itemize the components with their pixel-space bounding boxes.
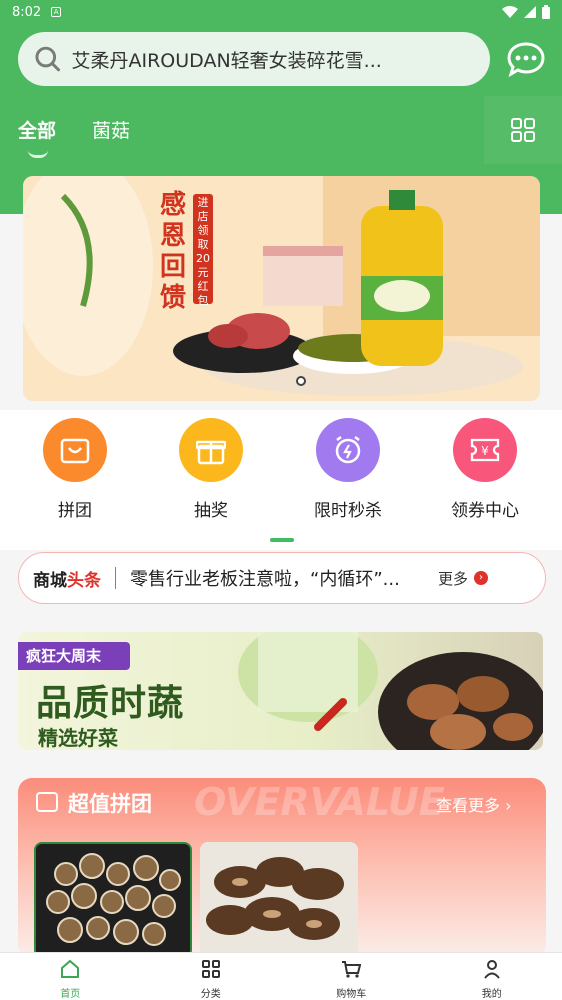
tab-home[interactable]: 首页 — [0, 953, 141, 1000]
news-separator — [115, 567, 116, 589]
tab-profile[interactable]: 我的 — [422, 953, 562, 1000]
news-headline[interactable]: 零售行业老板注意啦，“内循环”... — [130, 565, 430, 591]
section-title: 超值拼团 — [68, 792, 152, 816]
news-brand-part2: 头条 — [67, 570, 101, 591]
chevron-right-icon: › — [505, 796, 512, 815]
profile-icon — [483, 960, 500, 979]
tab-label: 分类 — [200, 989, 221, 1000]
search-placeholder: 艾柔丹AIROUDAN轻奢女装碎花雪... — [71, 49, 382, 72]
news-ticker[interactable]: 商城头条 零售行业老板注意啦，“内循环”... 更多 › — [18, 552, 546, 604]
quick-item-coupon-center[interactable]: ¥ 领券中心 — [435, 418, 535, 521]
quick-item-group-buy[interactable]: 拼团 — [25, 418, 125, 521]
quick-menu: 拼团 抽奖 限时秒杀 ¥ 领券中心 — [0, 410, 562, 550]
section-watermark: OVERVALUE — [194, 780, 445, 824]
basket-icon — [36, 792, 58, 812]
chevron-right-icon[interactable]: › — [474, 571, 489, 585]
carousel-indicator — [296, 376, 306, 386]
view-more-link[interactable]: 查看更多 › — [436, 792, 512, 816]
bag-icon — [43, 418, 107, 482]
quick-item-label: 限时秒杀 — [314, 501, 382, 521]
tab-label: 购物车 — [336, 989, 367, 1000]
banner-illustration — [23, 176, 540, 401]
view-more-label: 查看更多 — [436, 796, 501, 815]
tab-category[interactable]: 分类 — [141, 953, 282, 1000]
promo-banner-carousel[interactable]: 感恩回馈 进店领取20元红包 — [23, 176, 540, 401]
banner-title: 感恩回馈 — [159, 190, 186, 313]
category-tabs: 全部 菌菇 — [18, 116, 130, 158]
banner-tag: 进店领取20元红包 — [193, 194, 213, 307]
product-card[interactable] — [34, 842, 192, 958]
promo-subtitle: 精选好菜 — [38, 726, 118, 750]
tab-label: 我的 — [481, 989, 502, 1000]
search-icon — [35, 46, 61, 72]
status-time: 8:02 — [12, 4, 42, 20]
quick-item-label: 抽奖 — [194, 501, 228, 521]
product-image-mushrooms — [36, 844, 190, 956]
chat-bubble-icon — [507, 42, 545, 78]
quick-item-label: 领券中心 — [451, 501, 519, 521]
news-brand-part1: 商城 — [33, 570, 67, 591]
category-grid-icon — [201, 960, 220, 978]
group-buy-section: OVERVALUE 超值拼团 查看更多 › — [18, 778, 546, 958]
search-bar[interactable]: 艾柔丹AIROUDAN轻奢女装碎花雪... — [18, 32, 490, 86]
gift-icon — [179, 418, 243, 482]
promo-title: 品质时蔬 — [36, 683, 185, 724]
svg-text:¥: ¥ — [481, 444, 489, 458]
tab-mushroom[interactable]: 菌菇 — [92, 116, 130, 143]
bottom-tab-bar: 首页 分类 购物车 我的 — [0, 952, 562, 1000]
news-more-link[interactable]: 更多 — [438, 568, 468, 589]
vegetable-promo-banner[interactable]: 疯狂大周末 品质时蔬 精选好菜 — [18, 632, 543, 750]
cart-icon — [342, 961, 362, 978]
promo-ribbon: 疯狂大周末 — [18, 642, 130, 670]
alarm-clock-icon — [316, 418, 380, 482]
tab-all[interactable]: 全部 — [18, 116, 56, 158]
coupon-icon: ¥ — [453, 418, 517, 482]
notification-a-icon: A — [51, 7, 62, 17]
battery-icon — [542, 5, 550, 19]
all-categories-button[interactable] — [484, 96, 562, 164]
wifi-icon — [502, 6, 518, 18]
quick-item-flash-sale[interactable]: 限时秒杀 — [298, 418, 398, 521]
news-brand: 商城头条 — [33, 566, 101, 591]
quick-menu-page-indicator — [270, 538, 294, 542]
tab-label: 首页 — [60, 989, 81, 1000]
grid-icon — [511, 118, 535, 142]
quick-item-label: 拼团 — [58, 501, 92, 521]
product-card[interactable] — [200, 842, 358, 958]
status-icons — [502, 5, 550, 19]
message-button[interactable] — [506, 40, 546, 80]
status-bar: 8:02 A — [0, 0, 562, 24]
tab-cart[interactable]: 购物车 — [281, 953, 422, 1000]
signal-icon — [524, 6, 536, 18]
product-image-dried-mushrooms — [200, 842, 358, 958]
quick-item-lottery[interactable]: 抽奖 — [161, 418, 261, 521]
home-icon — [61, 959, 80, 978]
